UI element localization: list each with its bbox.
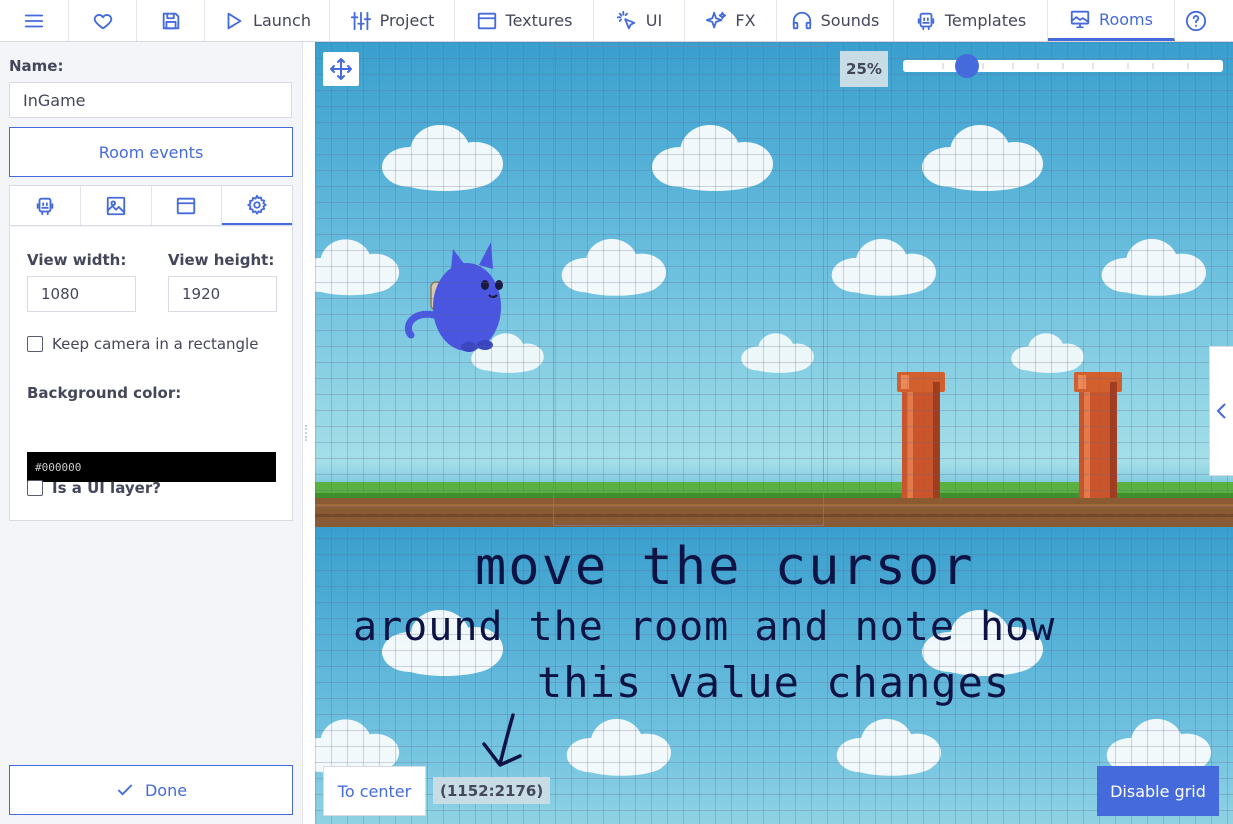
play-icon <box>227 12 242 29</box>
heart-icon <box>93 13 112 29</box>
fx-label: FX <box>735 11 756 30</box>
panel-tabs <box>9 185 293 226</box>
view-width-label: View width: <box>27 251 127 269</box>
tab-fx[interactable]: FX <box>685 0 777 41</box>
disable-grid-button[interactable]: Disable grid <box>1097 766 1219 816</box>
zoom-level-label: 25% <box>840 51 888 87</box>
tab-settings-panel[interactable] <box>222 186 292 225</box>
keep-camera-label: Keep camera in a rectangle <box>52 335 259 353</box>
view-width-input[interactable]: 1080 <box>27 276 136 312</box>
sparkles-icon <box>706 11 727 28</box>
gear-icon <box>247 194 267 215</box>
room-canvas[interactable]: 25% move the cursor around the room and … <box>315 42 1233 824</box>
image-icon <box>106 196 125 215</box>
sliders-icon <box>350 11 371 30</box>
templates-label: Templates <box>944 11 1027 30</box>
rooms-label: Rooms <box>1099 9 1153 29</box>
textures-label: Textures <box>505 11 573 30</box>
project-label: Project <box>379 11 435 30</box>
checkbox-box[interactable] <box>27 480 43 496</box>
background-color-input[interactable]: #000000 <box>27 452 276 482</box>
help-button[interactable] <box>1175 0 1217 41</box>
cursor-coordinates: (1152:2176) <box>433 777 551 804</box>
annotation-text: this value changes <box>537 658 1011 707</box>
name-label: Name: <box>9 57 64 75</box>
checkbox-box[interactable] <box>27 336 43 352</box>
robot-icon <box>917 12 935 30</box>
keep-camera-checkbox[interactable]: Keep camera in a rectangle <box>27 335 258 353</box>
view-height-input[interactable]: 1920 <box>168 276 277 312</box>
launch-button[interactable]: Launch <box>205 0 330 41</box>
texture-icon <box>177 197 196 214</box>
splitter-grip[interactable] <box>305 425 311 441</box>
save-button[interactable] <box>137 0 205 41</box>
to-center-button[interactable]: To center <box>323 766 426 816</box>
view-height-label: View height: <box>168 251 275 269</box>
cursor-click-icon <box>616 10 636 29</box>
ui-label: UI <box>645 11 663 30</box>
launch-label: Launch <box>253 11 311 30</box>
tab-templates-panel[interactable] <box>10 186 81 225</box>
tab-textures[interactable]: Textures <box>455 0 594 41</box>
zoom-slider-handle[interactable] <box>955 54 979 78</box>
hamburger-icon <box>24 14 44 27</box>
robot-icon <box>36 197 54 215</box>
texture-icon <box>477 12 496 29</box>
menu-button[interactable] <box>0 0 69 41</box>
room-icon <box>1070 10 1090 29</box>
top-navigation: Launch Project Textures UI FX Sounds Tem… <box>0 0 1233 42</box>
save-icon <box>162 12 179 29</box>
done-label: Done <box>144 780 188 800</box>
room-name-input[interactable]: InGame <box>9 82 292 118</box>
room-properties-panel: Name: InGame Room events View width: 108… <box>0 42 303 824</box>
room-events-button[interactable]: Room events <box>9 127 293 177</box>
tab-templates[interactable]: Templates <box>894 0 1048 41</box>
annotation-text: around the room and note how <box>353 604 1056 650</box>
pan-tool-button[interactable] <box>323 52 359 86</box>
tab-ui[interactable]: UI <box>594 0 685 41</box>
done-button[interactable]: Done <box>9 765 293 815</box>
tab-rooms[interactable]: Rooms <box>1048 0 1175 41</box>
side-panel-toggle[interactable] <box>1209 346 1233 476</box>
ui-layer-checkbox[interactable]: Is a UI layer? <box>27 479 161 497</box>
chevron-left-icon <box>1216 403 1226 419</box>
help-icon <box>1185 10 1207 31</box>
annotation-text: move the cursor <box>475 537 975 597</box>
room-settings: View width: 1080 View height: 1920 Keep … <box>9 227 293 521</box>
move-icon <box>330 58 352 80</box>
camera-view-rectangle <box>553 46 824 526</box>
sounds-label: Sounds <box>820 11 880 30</box>
tab-tiles-panel[interactable] <box>152 186 223 225</box>
ui-layer-label: Is a UI layer? <box>52 479 161 497</box>
tab-sounds[interactable]: Sounds <box>777 0 894 41</box>
favorites-button[interactable] <box>69 0 137 41</box>
tab-project[interactable]: Project <box>330 0 455 41</box>
zoom-slider-ticks <box>942 63 1189 69</box>
annotation-arrow <box>482 713 522 767</box>
check-icon <box>117 784 133 796</box>
headphones-icon <box>792 11 811 29</box>
tab-backgrounds-panel[interactable] <box>81 186 152 225</box>
background-color-label: Background color: <box>27 384 182 402</box>
